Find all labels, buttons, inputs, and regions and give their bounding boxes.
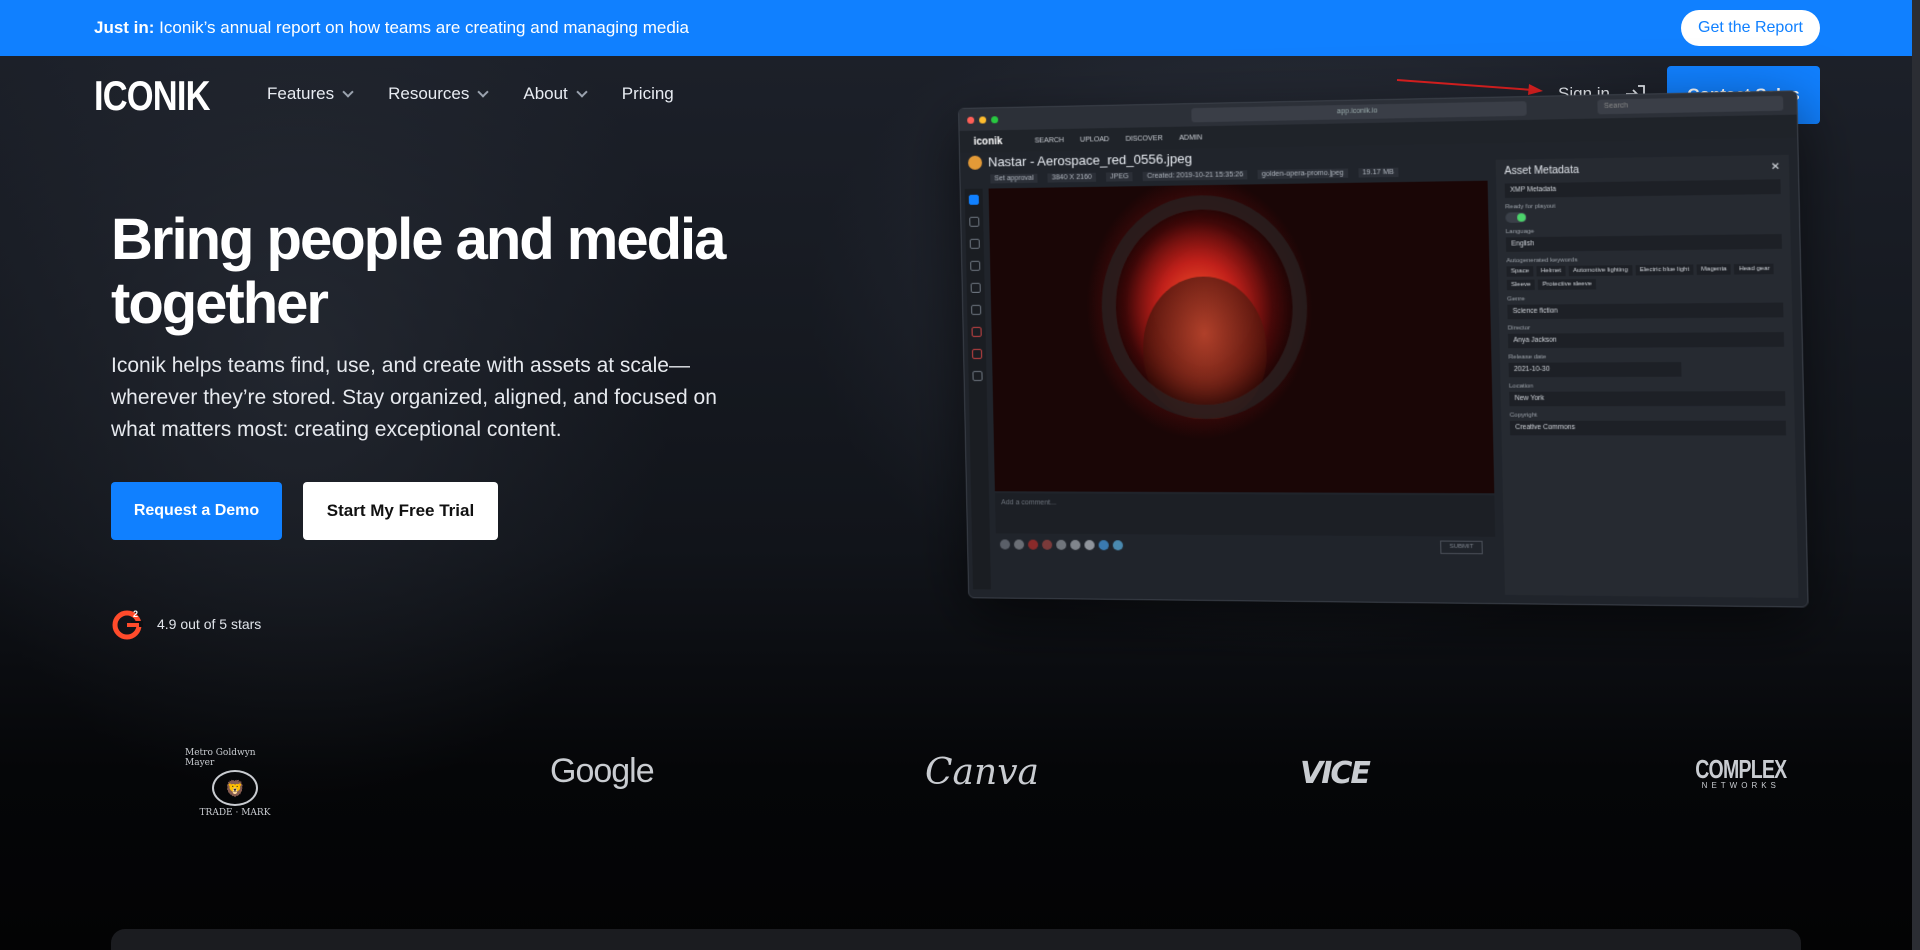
mock-metadata-panel: Asset Metadata ✕ XMP Metadata Ready for p… bbox=[1496, 155, 1799, 598]
g2-rating[interactable]: 2 4.9 out of 5 stars bbox=[111, 607, 261, 641]
scrollbar[interactable] bbox=[1912, 0, 1920, 950]
mgm-logo: Metro Goldwyn Mayer 🦁 TRADE · MARK bbox=[185, 748, 285, 818]
chevron-down-icon bbox=[478, 86, 489, 97]
mock-submit: SUBMIT bbox=[1440, 541, 1483, 555]
nav-item-features[interactable]: Features bbox=[267, 84, 352, 104]
product-screenshot: app.iconik.io Search iconik SEARCH UPLOA… bbox=[958, 108, 1768, 608]
nav-item-pricing[interactable]: Pricing bbox=[622, 84, 674, 104]
customer-logos: Metro Goldwyn Mayer 🦁 TRADE · MARK Googl… bbox=[0, 740, 1920, 820]
announcement-bar: Just in: Iconik’s annual report on how t… bbox=[0, 0, 1920, 56]
iconik-logo[interactable]: ICONIK bbox=[94, 72, 210, 120]
chevron-down-icon bbox=[342, 86, 353, 97]
canva-logo: Canva bbox=[925, 752, 1039, 793]
request-demo-button[interactable]: Request a Demo bbox=[111, 482, 282, 540]
hero-headline: Bring people and media together bbox=[111, 208, 751, 336]
mock-asset-title: Nastar - Aerospace_red_0556.jpeg bbox=[968, 151, 1192, 170]
mock-asset-meta: Set approval 3840 X 2160 JPEG Created: 2… bbox=[990, 168, 1398, 184]
mock-url: app.iconik.io bbox=[1191, 101, 1526, 122]
g2-logo-icon: 2 bbox=[111, 607, 145, 641]
nav-item-resources[interactable]: Resources bbox=[388, 84, 487, 104]
mock-search: Search bbox=[1597, 96, 1783, 114]
announcement-text[interactable]: Just in: Iconik’s annual report on how t… bbox=[94, 18, 689, 38]
get-report-button[interactable]: Get the Report bbox=[1681, 10, 1820, 46]
mock-comment-box: Add a comment... bbox=[995, 493, 1495, 537]
close-icon: ✕ bbox=[1771, 161, 1781, 173]
vice-logo: VICE bbox=[1300, 756, 1369, 791]
complex-logo: COMPLEX NETWORKS bbox=[1680, 756, 1802, 790]
google-logo: Google bbox=[550, 752, 654, 791]
annotation-arrow-icon bbox=[1395, 76, 1545, 96]
rating-text: 4.9 out of 5 stars bbox=[157, 616, 261, 632]
astronaut-image bbox=[989, 181, 1495, 494]
next-section-card bbox=[111, 929, 1801, 950]
nav-item-about[interactable]: About bbox=[523, 84, 585, 104]
mock-toggle bbox=[1505, 212, 1527, 223]
main-nav: Features Resources About Pricing bbox=[267, 84, 710, 104]
avatar bbox=[968, 155, 982, 169]
free-trial-button[interactable]: Start My Free Trial bbox=[303, 482, 498, 540]
mock-sidebar bbox=[965, 189, 991, 590]
hero-subtext: Iconik helps teams find, use, and create… bbox=[111, 350, 721, 446]
chevron-down-icon bbox=[576, 86, 587, 97]
svg-text:2: 2 bbox=[133, 609, 138, 619]
mock-color-swatches bbox=[1000, 539, 1123, 550]
